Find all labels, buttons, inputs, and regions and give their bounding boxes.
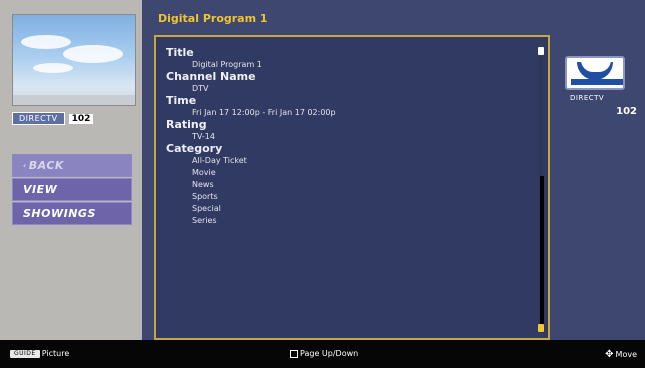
section-label: Title <box>166 46 194 59</box>
cloud-shape <box>63 45 123 63</box>
right-column: DIRECTV 102 <box>550 0 645 340</box>
video-preview[interactable] <box>12 14 136 106</box>
scrollbar[interactable] <box>538 47 544 332</box>
chevron-left-icon: ‹ <box>23 161 27 170</box>
cloud-shape <box>33 63 73 73</box>
page-key-icon <box>290 349 298 358</box>
scroll-down-arrow-icon[interactable] <box>538 324 544 332</box>
footer-hints: GUIDE Picture Page Up/Down ✥ Move <box>0 340 645 368</box>
preview-channel-label: DIRECTV <box>12 112 65 125</box>
section-label: Time <box>166 94 197 107</box>
section-value: News <box>192 180 214 189</box>
program-title: Digital Program 1 <box>158 12 268 25</box>
preview-channel-row: DIRECTV 102 <box>12 112 94 125</box>
screen: DIRECTV 102 ‹ BACK VIEW SHOWINGS Digital… <box>0 0 645 340</box>
back-label: BACK <box>28 159 64 172</box>
cloud-shape <box>21 35 71 49</box>
picture-hint-label: Picture <box>41 349 70 358</box>
channel-number: 102 <box>616 106 637 117</box>
back-button[interactable]: ‹ BACK <box>12 154 132 177</box>
preview-channel-number: 102 <box>68 113 94 124</box>
scroll-thumb[interactable] <box>540 176 544 324</box>
picture-hint: GUIDE Picture <box>10 349 69 358</box>
channel-network-label: DIRECTV <box>570 94 605 102</box>
side-menu: ‹ BACK VIEW SHOWINGS <box>12 154 132 226</box>
program-details-box[interactable]: Title Digital Program 1 Channel Name DTV Tim… <box>154 35 550 340</box>
view-label: VIEW <box>23 183 58 196</box>
guide-key-icon: GUIDE <box>10 349 40 358</box>
showings-label: SHOWINGS <box>23 207 96 220</box>
left-column: DIRECTV 102 ‹ BACK VIEW SHOWINGS <box>0 0 142 340</box>
section-label: Channel Name <box>166 70 256 83</box>
move-hint: ✥ Move <box>605 349 637 360</box>
page-hint-label: Page Up/Down <box>300 349 359 358</box>
section-value: Movie <box>192 168 216 177</box>
section-value: All-Day Ticket <box>192 156 247 165</box>
scroll-up-arrow-icon[interactable] <box>538 47 544 55</box>
page-hint: Page Up/Down <box>290 349 358 358</box>
move-hint-label: Move <box>615 350 637 359</box>
section-value: Sports <box>192 192 218 201</box>
directv-logo-icon <box>565 56 625 90</box>
scroll-track[interactable] <box>539 55 544 324</box>
dpad-icon: ✥ <box>605 349 614 360</box>
section-label: Category <box>166 142 223 155</box>
program-details: Title Digital Program 1 Channel Name DTV Tim… <box>166 47 524 227</box>
section-label: Rating <box>166 118 207 131</box>
view-button[interactable]: VIEW <box>12 178 132 201</box>
horizon <box>13 95 135 105</box>
showings-button[interactable]: SHOWINGS <box>12 202 132 225</box>
section-value: DTV <box>192 84 209 93</box>
section-value: Series <box>192 216 217 225</box>
program-info-panel: Digital Program 1 Title Digital Program 1… <box>142 0 550 340</box>
section-value: Fri Jan 17 12:00p - Fri Jan 17 02:00p <box>192 108 336 117</box>
section-value: Special <box>192 204 221 213</box>
